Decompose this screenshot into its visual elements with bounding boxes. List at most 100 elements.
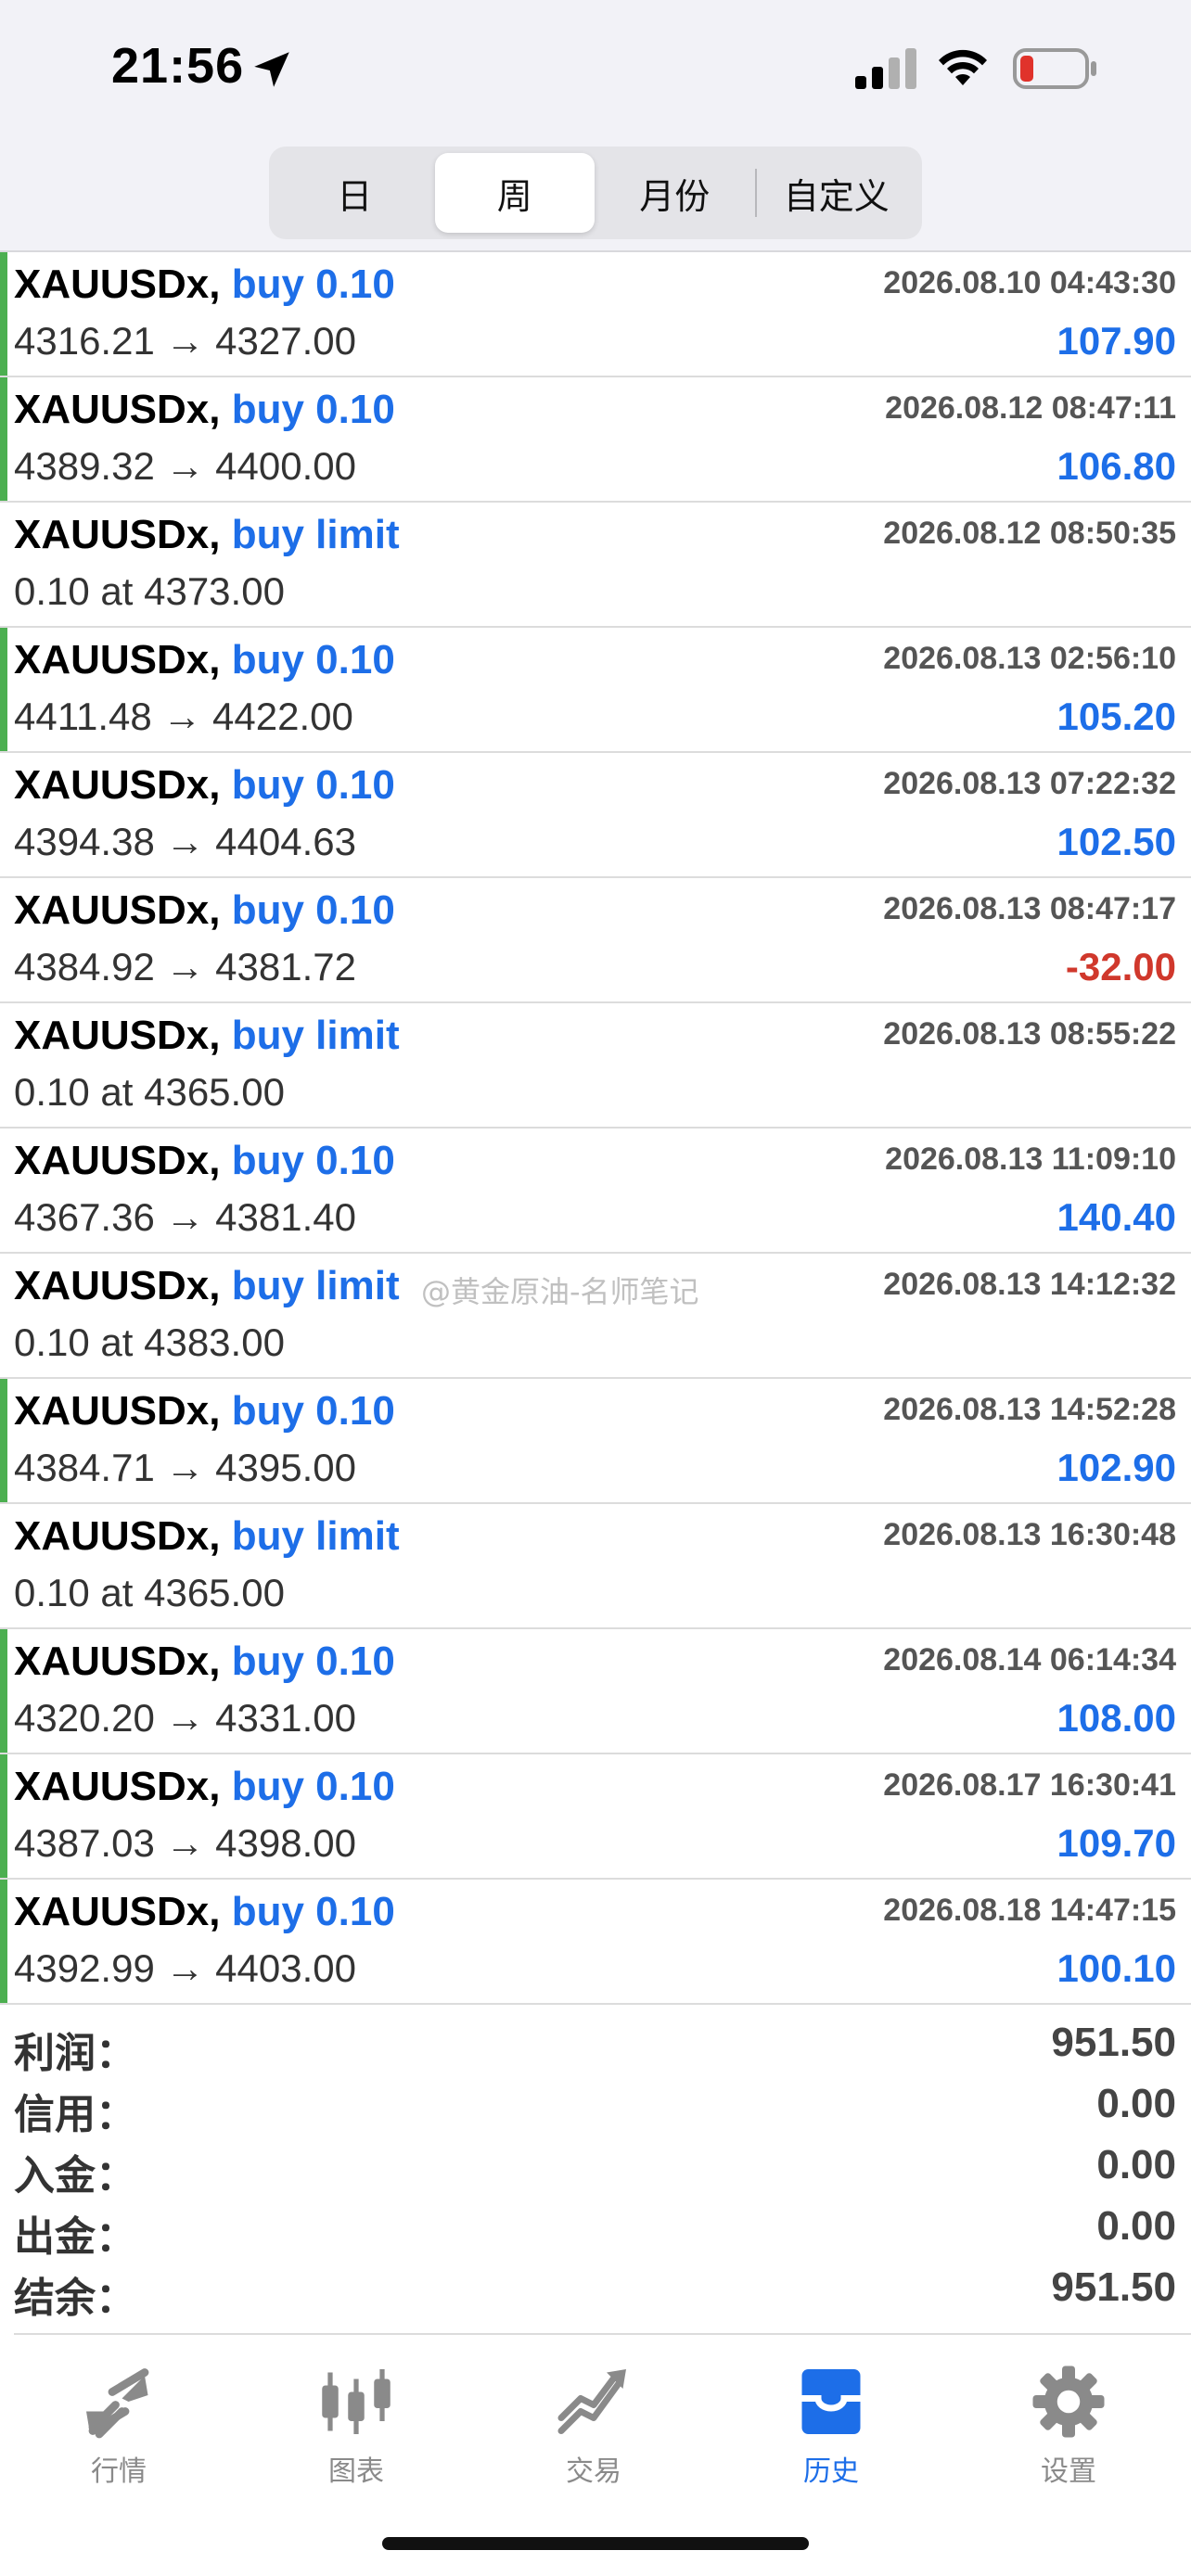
period-selector-area: 日 周 月份 自定义	[0, 139, 1191, 252]
row-symbol: XAUUSDx, buy 0.10	[14, 1388, 395, 1435]
summary-credit-row: 信用： 0.00	[0, 2073, 1191, 2138]
history-row[interactable]: XAUUSDx, buy 0.10 2026.08.12 08:47:11 4389…	[0, 377, 1191, 503]
summary-value: 0.00	[1096, 2081, 1176, 2126]
order-type: buy 0.10	[231, 887, 395, 933]
tab-label: 图表	[328, 2455, 384, 2488]
row-prices: 4392.99 → 4403.00	[14, 1946, 356, 1990]
order-type: buy 0.10	[231, 261, 395, 307]
row-symbol: XAUUSDx, buy limit	[14, 1263, 400, 1309]
tab-month[interactable]: 月份	[595, 153, 755, 233]
row-prices: 4389.32 → 4400.00	[14, 444, 356, 488]
history-row[interactable]: XAUUSDx, buy 0.10 2026.08.18 14:47:15 4392…	[0, 1880, 1191, 2005]
order-type: buy limit	[231, 1013, 400, 1058]
row-symbol: XAUUSDx, buy 0.10	[14, 1764, 395, 1810]
status-bar: 21:56	[0, 0, 1191, 139]
symbol-name: XAUUSDx,	[14, 1513, 221, 1559]
history-row[interactable]: XAUUSDx, buy limit 2026.08.13 16:30:48 0.1…	[0, 1504, 1191, 1629]
tab-label: 行情	[91, 2455, 147, 2488]
period-segmented-control: 日 周 月份 自定义	[269, 147, 922, 239]
tab-settings[interactable]: 设置	[985, 2363, 1152, 2502]
wifi-icon	[939, 49, 987, 85]
row-date: 2026.08.13 08:55:22	[883, 1016, 1176, 1052]
row-symbol: XAUUSDx, buy 0.10	[14, 1889, 395, 1935]
position-indicator-bar	[0, 1379, 7, 1502]
row-prices: 4384.71 → 4395.00	[14, 1446, 356, 1489]
row-symbol: XAUUSDx, buy 0.10	[14, 1639, 395, 1685]
order-type: buy limit	[231, 1513, 400, 1559]
summary-value: 951.50	[1051, 2020, 1176, 2065]
row-profit: -32.00	[1065, 945, 1176, 988]
history-row[interactable]: XAUUSDx, buy 0.10 2026.08.10 04:43:30 4316…	[0, 252, 1191, 377]
symbol-name: XAUUSDx,	[14, 1263, 221, 1308]
tab-week[interactable]: 周	[434, 153, 595, 233]
order-type: buy 0.10	[231, 1889, 395, 1934]
history-row[interactable]: XAUUSDx, buy 0.10 2026.08.14 06:14:34 4320…	[0, 1629, 1191, 1754]
symbol-name: XAUUSDx,	[14, 1138, 221, 1183]
tab-custom[interactable]: 自定义	[757, 153, 917, 233]
symbol-name: XAUUSDx,	[14, 1639, 221, 1684]
history-row[interactable]: XAUUSDx, buy 0.10 2026.08.13 07:22:32 4394…	[0, 753, 1191, 878]
tab-chart[interactable]: 图表	[273, 2363, 440, 2502]
cellular-signal-icon	[855, 48, 916, 89]
row-date: 2026.08.13 07:22:32	[883, 766, 1176, 801]
tab-label: 交易	[566, 2455, 621, 2488]
order-type: buy 0.10	[231, 1639, 395, 1684]
row-date: 2026.08.17 16:30:41	[883, 1767, 1176, 1803]
account-summary: 利润： 951.50 信用： 0.00 入金： 0.00 出金： 0.00 结余： 951…	[0, 2012, 1191, 2322]
position-indicator-bar	[0, 377, 7, 501]
history-row[interactable]: XAUUSDx, buy limit 2026.08.13 08:55:22 0.1…	[0, 1003, 1191, 1129]
order-type: buy 0.10	[231, 1388, 395, 1434]
row-symbol: XAUUSDx, buy limit	[14, 1013, 400, 1059]
symbol-name: XAUUSDx,	[14, 1013, 221, 1058]
row-date: 2026.08.14 06:14:34	[883, 1642, 1176, 1677]
summary-label: 利润：	[14, 2030, 136, 2077]
symbol-name: XAUUSDx,	[14, 512, 221, 557]
order-type: buy 0.10	[231, 762, 395, 808]
history-row[interactable]: XAUUSDx, buy 0.10 2026.08.13 11:09:10 4367…	[0, 1129, 1191, 1254]
row-prices: 4411.48 → 4422.00	[14, 695, 353, 738]
symbol-name: XAUUSDx,	[14, 387, 221, 432]
history-row[interactable]: XAUUSDx, buy 0.10 2026.08.13 14:52:28 4384…	[0, 1379, 1191, 1504]
battery-icon	[1013, 48, 1096, 89]
trade-icon	[557, 2369, 626, 2434]
summary-deposit-row: 入金： 0.00	[0, 2135, 1191, 2200]
history-row[interactable]: XAUUSDx, buy limit 2026.08.12 08:50:35 0.1…	[0, 503, 1191, 628]
row-date: 2026.08.18 14:47:15	[883, 1893, 1176, 1928]
summary-value: 0.00	[1096, 2203, 1176, 2249]
row-profit: 108.00	[1057, 1696, 1176, 1740]
row-date: 2026.08.13 14:12:32	[883, 1267, 1176, 1302]
summary-withdrawal-row: 出金： 0.00	[0, 2196, 1191, 2261]
tab-history[interactable]: 历史	[748, 2363, 915, 2502]
summary-label: 结余：	[14, 2275, 136, 2322]
row-symbol: XAUUSDx, buy 0.10	[14, 887, 395, 934]
history-row[interactable]: XAUUSDx, buy 0.10 2026.08.13 08:47:17 4384…	[0, 878, 1191, 1003]
row-prices: 0.10 at 4365.00	[14, 1070, 285, 1114]
row-prices: 0.10 at 4383.00	[14, 1320, 285, 1364]
row-date: 2026.08.12 08:50:35	[883, 516, 1176, 551]
row-symbol: XAUUSDx, buy 0.10	[14, 637, 395, 683]
quotes-icon	[86, 2368, 149, 2439]
row-date: 2026.08.13 16:30:48	[883, 1517, 1176, 1552]
symbol-name: XAUUSDx,	[14, 887, 221, 933]
summary-balance-row: 结余： 951.50	[0, 2257, 1191, 2322]
tab-trade[interactable]: 交易	[510, 2363, 677, 2502]
tab-quotes[interactable]: 行情	[35, 2363, 202, 2502]
symbol-name: XAUUSDx,	[14, 1764, 221, 1809]
summary-value: 951.50	[1051, 2264, 1176, 2310]
home-indicator[interactable]	[382, 2537, 809, 2550]
position-indicator-bar	[0, 1880, 7, 2003]
row-profit: 106.80	[1057, 444, 1176, 488]
row-date: 2026.08.13 02:56:10	[883, 641, 1176, 676]
history-row[interactable]: XAUUSDx, buy 0.10 2026.08.17 16:30:41 4387…	[0, 1754, 1191, 1880]
order-type: buy 0.10	[231, 387, 395, 432]
row-date: 2026.08.10 04:43:30	[883, 265, 1176, 300]
history-icon	[801, 2369, 861, 2434]
history-row[interactable]: XAUUSDx, buy 0.10 2026.08.13 02:56:10 4411…	[0, 628, 1191, 753]
row-date: 2026.08.13 11:09:10	[885, 1141, 1176, 1177]
position-indicator-bar	[0, 1754, 7, 1878]
tab-day[interactable]: 日	[275, 153, 435, 233]
summary-label: 信用：	[14, 2091, 136, 2138]
status-time: 21:56	[111, 38, 245, 94]
row-profit: 102.50	[1057, 820, 1176, 863]
location-arrow-icon	[254, 52, 289, 87]
